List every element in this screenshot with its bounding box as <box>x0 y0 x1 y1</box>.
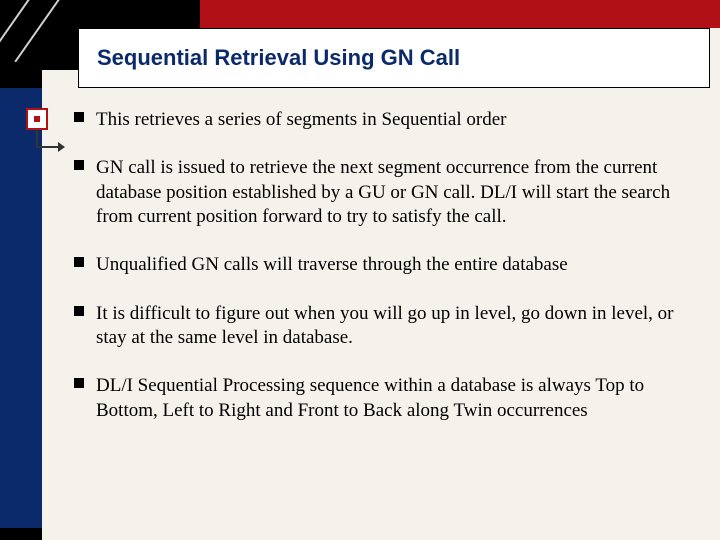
bottom-corner-block <box>0 528 42 540</box>
arrow-horizontal <box>36 146 60 148</box>
list-item: This retrieves a series of segments in S… <box>68 108 704 132</box>
arrow-head-icon <box>58 142 65 152</box>
left-sidebar-strip <box>0 0 42 540</box>
list-item: GN call is issued to retrieve the next s… <box>68 156 704 229</box>
list-item: It is difficult to figure out when you w… <box>68 302 704 351</box>
content-area: This retrieves a series of segments in S… <box>68 108 704 447</box>
slide-marker-icon <box>26 108 48 130</box>
title-box: Sequential Retrieval Using GN Call <box>78 28 710 88</box>
list-item: DL/I Sequential Processing sequence with… <box>68 374 704 423</box>
bullet-list: This retrieves a series of segments in S… <box>68 108 704 423</box>
slide-title: Sequential Retrieval Using GN Call <box>97 45 460 71</box>
arrow-vertical <box>36 130 38 146</box>
top-red-band <box>200 0 720 28</box>
list-item: Unqualified GN calls will traverse throu… <box>68 253 704 277</box>
